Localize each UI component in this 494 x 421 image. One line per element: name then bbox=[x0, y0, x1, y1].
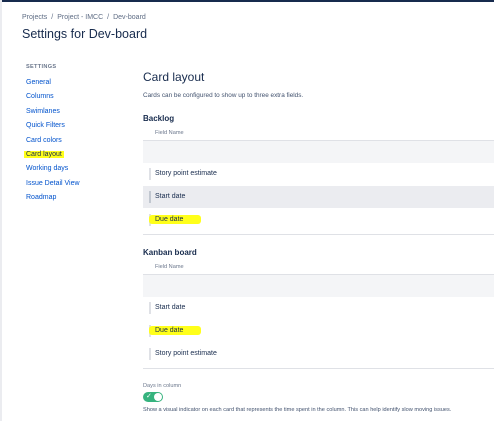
sidebar-item-label: Card layout bbox=[24, 150, 64, 158]
days-in-column-label: Days in column bbox=[143, 383, 182, 389]
sidebar-item-roadmap[interactable]: Roadmap bbox=[26, 191, 121, 205]
sidebar-item-general[interactable]: General bbox=[26, 76, 121, 90]
section-divider bbox=[143, 368, 494, 369]
sidebar-item-working-days[interactable]: Working days bbox=[26, 162, 121, 176]
field-label: Start date bbox=[155, 193, 186, 200]
sidebar-item-issue-detail-view[interactable]: Issue Detail View bbox=[26, 177, 121, 191]
days-in-column-description: Show a visual indicator on each card tha… bbox=[143, 407, 452, 413]
top-bar bbox=[0, 0, 494, 2]
backlog-field-name-header: Field Name bbox=[155, 130, 184, 136]
breadcrumb: Projects / Project - IMCC / Dev-board bbox=[22, 14, 146, 21]
kanban-field-row[interactable]: Start date bbox=[143, 297, 494, 319]
section-title: Card layout bbox=[143, 70, 205, 84]
section-divider bbox=[143, 234, 494, 235]
drag-handle-icon[interactable] bbox=[149, 191, 151, 203]
drag-handle-icon[interactable] bbox=[149, 302, 151, 314]
backlog-title: Backlog bbox=[143, 114, 175, 123]
check-icon: ✓ bbox=[146, 393, 152, 400]
sidebar-item-swimlanes[interactable]: Swimlanes bbox=[26, 105, 121, 119]
breadcrumb-separator: / bbox=[51, 14, 54, 21]
sidebar-item-label: General bbox=[26, 79, 51, 86]
sidebar-item-label: Card colors bbox=[26, 136, 62, 144]
kanban-field-row[interactable]: Story point estimate bbox=[143, 343, 494, 365]
breadcrumb-projects[interactable]: Projects bbox=[22, 14, 47, 21]
backlog-field-row[interactable]: Story point estimate bbox=[143, 163, 494, 185]
field-label: Story point estimate bbox=[155, 350, 217, 357]
kanban-field-row[interactable]: Due date bbox=[143, 320, 494, 342]
sidebar-item-card-layout[interactable]: Card layout bbox=[24, 148, 121, 162]
breadcrumb-project[interactable]: Project - IMCC bbox=[57, 14, 103, 21]
backlog-field-row[interactable]: Start date bbox=[143, 186, 494, 208]
sidebar-item-label: Quick Filters bbox=[26, 122, 65, 130]
days-in-column-toggle[interactable]: ✓ bbox=[143, 392, 163, 402]
drag-handle-icon[interactable] bbox=[149, 348, 151, 360]
field-label: Due date bbox=[155, 216, 184, 223]
sidebar-heading: SETTINGS bbox=[26, 64, 57, 70]
sidebar-item-label: Working days bbox=[26, 165, 69, 173]
field-label: Start date bbox=[155, 304, 186, 311]
toggle-knob bbox=[154, 393, 162, 401]
drag-handle-icon[interactable] bbox=[149, 168, 151, 180]
sidebar-item-quick-filters[interactable]: Quick Filters bbox=[26, 119, 121, 133]
sidebar-item-label: Issue Detail View bbox=[26, 179, 80, 187]
backlog-add-field-zone[interactable] bbox=[143, 140, 494, 163]
breadcrumb-separator: / bbox=[107, 14, 110, 21]
breadcrumb-board[interactable]: Dev-board bbox=[113, 14, 146, 21]
sidebar-item-columns[interactable]: Columns bbox=[26, 90, 121, 104]
field-label: Due date bbox=[155, 327, 184, 334]
kanban-add-field-zone[interactable] bbox=[143, 274, 494, 297]
page-title: Settings for Dev-board bbox=[22, 27, 148, 41]
sidebar-item-label: Roadmap bbox=[26, 194, 57, 202]
left-edge bbox=[0, 0, 2, 421]
sidebar-item-label: Swimlanes bbox=[26, 107, 60, 115]
backlog-field-row[interactable]: Due date bbox=[143, 209, 494, 231]
sidebar-item-card-colors[interactable]: Card colors bbox=[26, 134, 121, 148]
sidebar-item-label: Columns bbox=[26, 93, 54, 101]
field-label: Story point estimate bbox=[155, 170, 217, 177]
settings-sidebar: SETTINGS General Columns Swimlanes Quick… bbox=[24, 64, 121, 206]
kanban-field-name-header: Field Name bbox=[155, 264, 184, 270]
kanban-title: Kanban board bbox=[143, 248, 197, 257]
section-description: Cards can be configured to show up to th… bbox=[143, 92, 304, 99]
